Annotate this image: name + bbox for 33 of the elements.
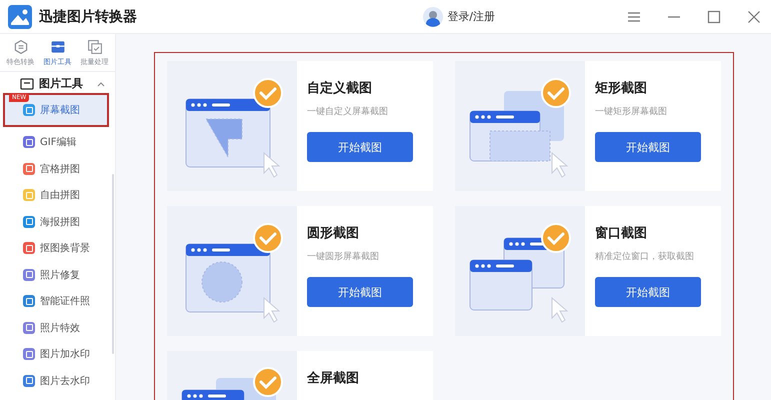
sidebar-item[interactable]: 图片加水印 [3,341,109,368]
app-title: 迅捷图片转换器 [39,8,137,26]
close-icon[interactable] [747,10,761,24]
group-heading: 图片工具 [39,76,83,91]
maximize-icon[interactable] [707,10,721,24]
card-subtitle: 一键圆形屏幕截图 [307,250,380,263]
sidebar-item[interactable]: 智能证件照 [3,288,109,314]
sidebar-item[interactable]: 照片特效 [3,314,109,341]
sidebar-item[interactable]: GIF编辑 [3,129,109,156]
card-title: 圆形截图 [307,225,360,242]
sidebar-item[interactable]: 图片去水印 [3,368,109,394]
sidebar-item[interactable]: 宫格拼图 [3,156,109,182]
card-title: 矩形截图 [595,80,648,97]
start-button[interactable]: 开始截图 [307,132,413,162]
card-subtitle: 一键矩形屏幕截图 [595,106,668,118]
sidebar-item[interactable]: 照片修复 [3,262,109,288]
card-subtitle: 精准定位窗口，获取截图 [595,250,695,263]
menu-icon[interactable] [627,10,641,24]
start-button[interactable]: 开始截图 [595,132,701,162]
sidebar-item[interactable]: 海报拼图 [3,208,109,235]
start-button[interactable]: 开始截图 [595,277,701,307]
card-title: 窗口截图 [595,224,648,242]
start-button[interactable]: 开始截图 [307,277,413,307]
avatar-icon[interactable] [423,6,444,26]
login-link[interactable]: 登录/注册 [447,9,495,24]
card-title: 全屏截图 [307,370,359,387]
card-subtitle: 一键自定义屏幕截图 [307,106,389,118]
sidebar-item[interactable]: 抠图换背景 [3,235,109,262]
chevron-icon[interactable] [97,80,105,86]
app-logo-icon [8,4,32,28]
sidebar-item[interactable]: 自由拼图 [3,182,109,208]
stacked-pages-icon [86,39,102,55]
card-title: 自定义截图 [307,80,373,97]
